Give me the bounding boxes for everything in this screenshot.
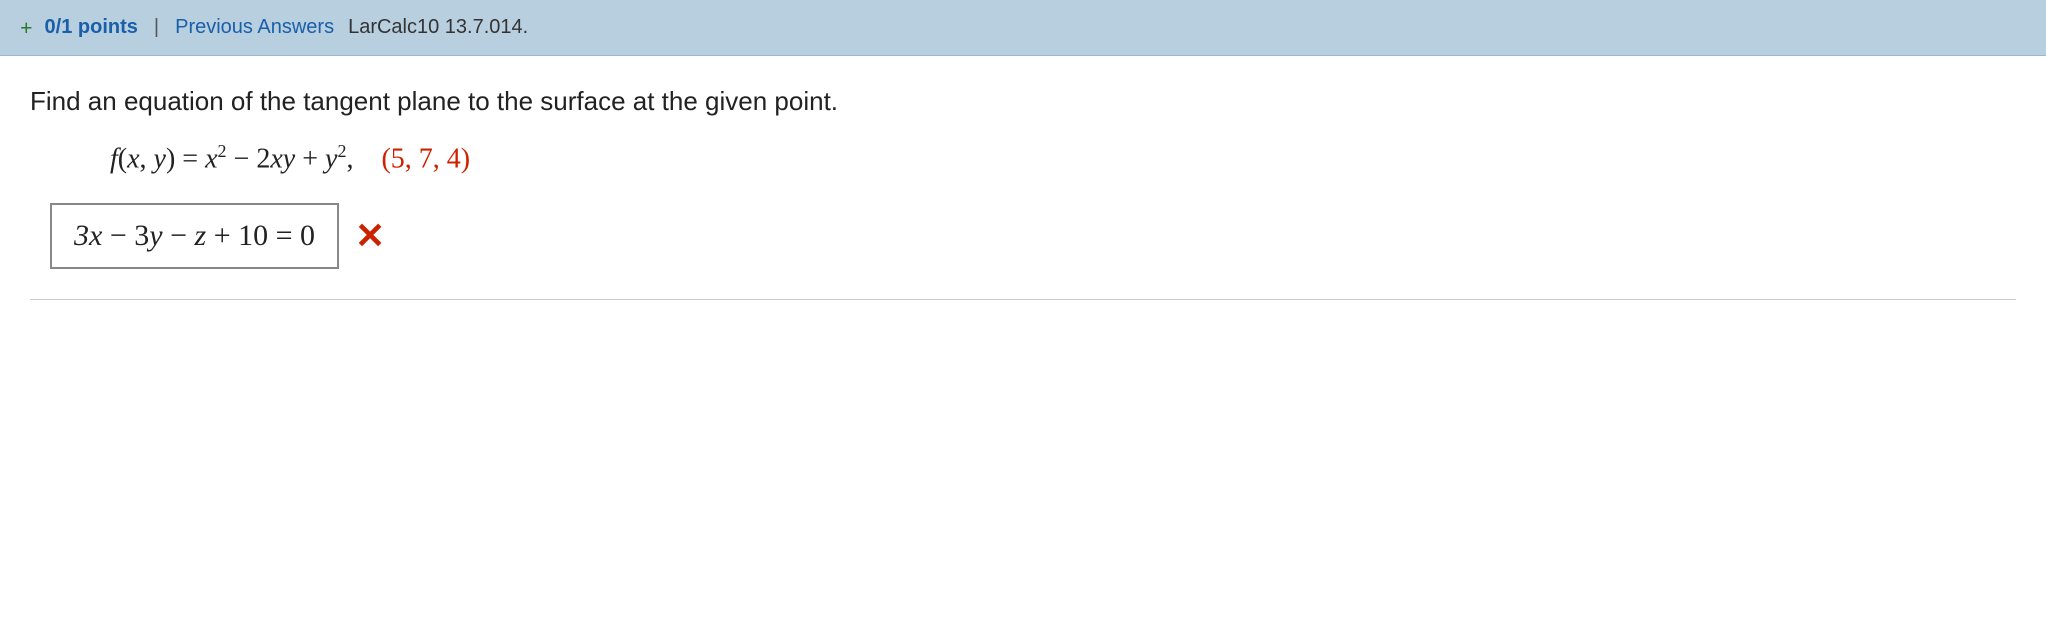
header-bar: + 0/1 points | Previous Answers LarCalc1… (0, 0, 2046, 56)
plus-icon: + (20, 15, 33, 41)
previous-answers-label: Previous Answers (175, 16, 334, 39)
main-content: Find an equation of the tangent plane to… (0, 56, 2046, 320)
divider: | (154, 16, 159, 39)
incorrect-mark: ✕ (355, 215, 385, 257)
bottom-divider (30, 299, 2016, 300)
question-text: Find an equation of the tangent plane to… (30, 86, 2016, 117)
points-label: 0/1 points (45, 16, 138, 39)
answer-row: 3x − 3y − z + 10 = 0 ✕ (30, 203, 2016, 269)
math-function: f(x, y) = x2 − 2xy + y2, (5, 7, 4) (30, 141, 2016, 175)
course-ref: LarCalc10 13.7.014. (348, 16, 528, 39)
answer-box: 3x − 3y − z + 10 = 0 (50, 203, 339, 269)
